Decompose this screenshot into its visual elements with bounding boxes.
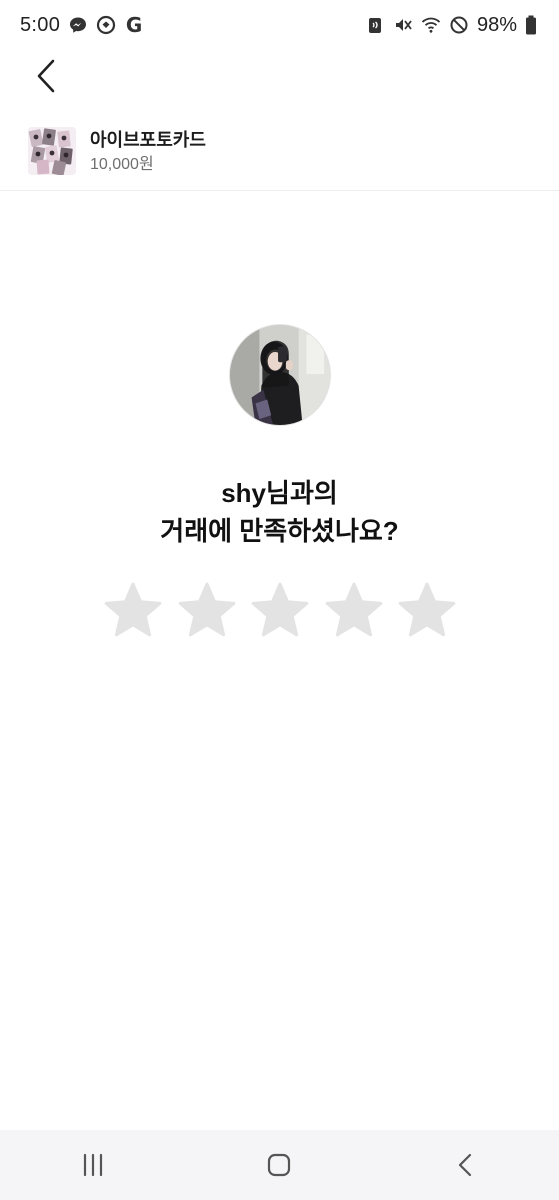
nfc-icon bbox=[365, 15, 385, 35]
do-not-disturb-icon bbox=[449, 15, 469, 35]
star-icon bbox=[251, 582, 309, 637]
chat-icon bbox=[96, 15, 116, 35]
system-nav-bar bbox=[0, 1130, 559, 1200]
seller-avatar bbox=[229, 324, 331, 426]
review-question-line1: shy님과의 bbox=[221, 478, 338, 508]
rating-star-4[interactable] bbox=[323, 580, 385, 642]
review-question: shy님과의 거래에 만족하셨나요? bbox=[0, 474, 559, 550]
battery-percentage: 98% bbox=[476, 13, 517, 36]
product-summary[interactable]: 아이브포토카드 10,000원 bbox=[0, 118, 559, 191]
star-icon bbox=[325, 582, 382, 637]
status-right: 98% bbox=[365, 14, 537, 37]
rating-stars bbox=[102, 578, 458, 644]
back-button[interactable] bbox=[26, 54, 66, 98]
mute-icon bbox=[393, 15, 413, 35]
recent-apps-button[interactable] bbox=[63, 1135, 123, 1195]
status-left: 5:00 G bbox=[20, 13, 144, 37]
status-time: 5:00 bbox=[20, 13, 61, 36]
product-thumbnail bbox=[28, 127, 76, 175]
product-title: 아이브포토카드 bbox=[90, 130, 206, 150]
rating-star-1[interactable] bbox=[102, 580, 164, 642]
system-back-button[interactable] bbox=[436, 1135, 496, 1195]
star-icon bbox=[398, 582, 456, 637]
messenger-icon bbox=[68, 15, 88, 35]
status-bar: 5:00 G 98% bbox=[0, 0, 559, 50]
back-icon bbox=[458, 1153, 471, 1177]
product-info: 아이브포토카드 10,000원 bbox=[90, 128, 206, 177]
battery-icon bbox=[525, 15, 537, 35]
home-button[interactable] bbox=[249, 1135, 309, 1195]
google-icon: G bbox=[125, 13, 143, 37]
recent-apps-icon bbox=[84, 1153, 103, 1177]
star-icon bbox=[104, 582, 162, 637]
chevron-left-icon bbox=[37, 59, 55, 93]
product-price: 10,000원 bbox=[90, 156, 154, 173]
rating-star-2[interactable] bbox=[176, 580, 238, 642]
review-question-line2: 거래에 만족하셨나요? bbox=[160, 516, 399, 546]
rating-star-3[interactable] bbox=[249, 580, 311, 642]
wifi-icon bbox=[421, 15, 441, 35]
star-icon bbox=[178, 582, 235, 637]
home-icon bbox=[268, 1153, 291, 1177]
rating-star-5[interactable] bbox=[396, 580, 458, 642]
